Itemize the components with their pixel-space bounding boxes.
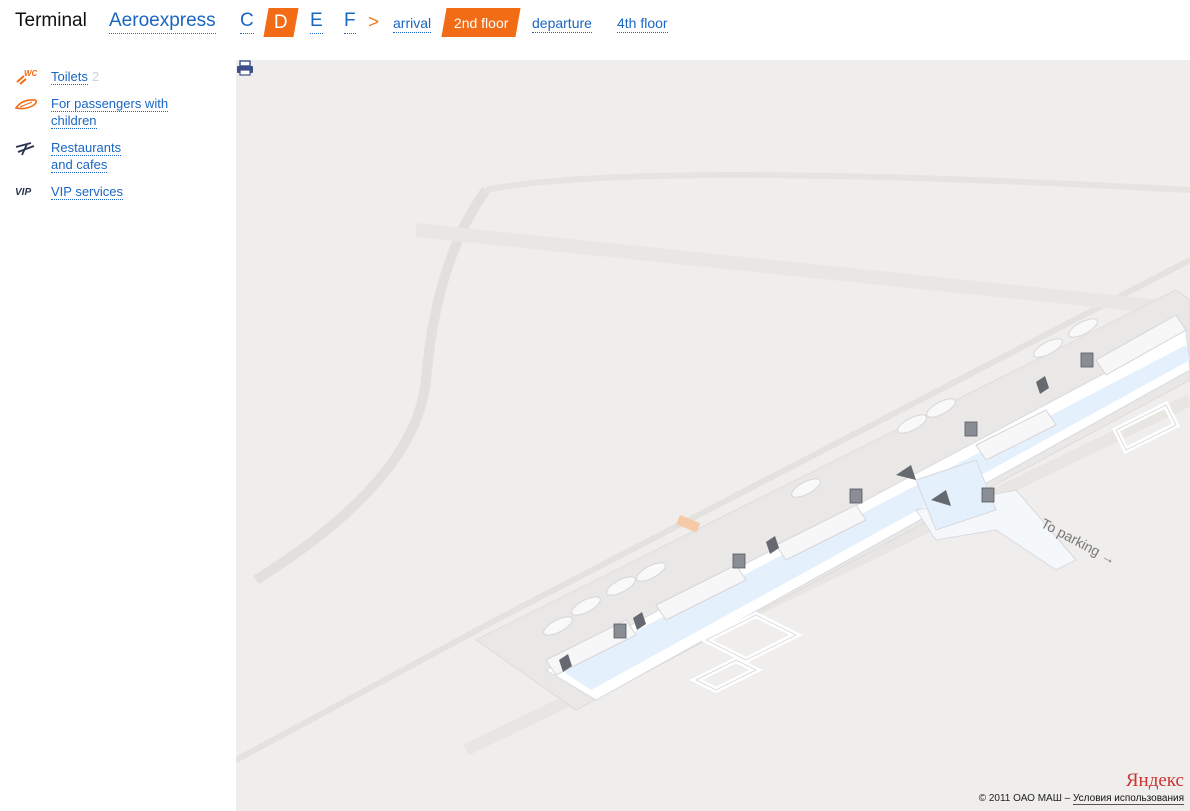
legend-label-vip[interactable]: VIP services bbox=[51, 184, 124, 200]
svg-text:VIP: VIP bbox=[15, 187, 31, 198]
floor-arrival-link[interactable]: arrival bbox=[393, 14, 432, 33]
legend-label-restaurants-line1[interactable]: Restaurants bbox=[51, 140, 122, 156]
curved-road bbox=[253, 187, 491, 585]
terminal-map[interactable]: To parking → Яндекс © 2011 ОАО МАШ – Усл… bbox=[236, 60, 1190, 811]
terms-of-use-link[interactable]: Условия использования bbox=[1073, 793, 1184, 805]
fork-knife-icon bbox=[15, 142, 35, 156]
copyright-text: © 2011 ОАО МАШ – bbox=[978, 793, 1071, 804]
terminal-f-link[interactable]: F bbox=[344, 9, 356, 34]
wc-icon: WC bbox=[16, 69, 38, 85]
copyright-line: © 2011 ОАО МАШ – Условия использования bbox=[978, 793, 1184, 805]
floor-departure-link[interactable]: departure bbox=[532, 14, 592, 33]
legend-label-children-line1[interactable]: For passengers with bbox=[51, 96, 169, 112]
svg-text:WC: WC bbox=[24, 69, 38, 78]
terminal-d-selected: D bbox=[263, 8, 299, 37]
yandex-logo: Яндекс bbox=[1125, 770, 1184, 791]
legend-label-restaurants-line2[interactable]: and cafes bbox=[51, 157, 108, 173]
toilets-count: 2 bbox=[91, 69, 100, 84]
vip-icon: VIP bbox=[15, 187, 31, 198]
floor-plan bbox=[236, 172, 1190, 763]
legend-label-children-line2[interactable]: children bbox=[51, 113, 97, 129]
terminal-e-link[interactable]: E bbox=[310, 9, 323, 34]
aeroexpress-link[interactable]: Aeroexpress bbox=[109, 9, 216, 34]
legend-label-toilets[interactable]: Toilets bbox=[51, 69, 88, 85]
stroller-icon bbox=[14, 99, 38, 110]
terminal-title: Terminal bbox=[15, 10, 87, 31]
print-icon[interactable] bbox=[236, 60, 254, 76]
terminal-c-link[interactable]: C bbox=[240, 9, 254, 34]
breadcrumb-separator: > bbox=[368, 12, 380, 33]
floor-4th-link[interactable]: 4th floor bbox=[617, 14, 668, 33]
floor-2nd-selected: 2nd floor bbox=[441, 8, 521, 37]
header-bar: Terminal Aeroexpress C D E F > arrival 2… bbox=[0, 0, 1190, 46]
